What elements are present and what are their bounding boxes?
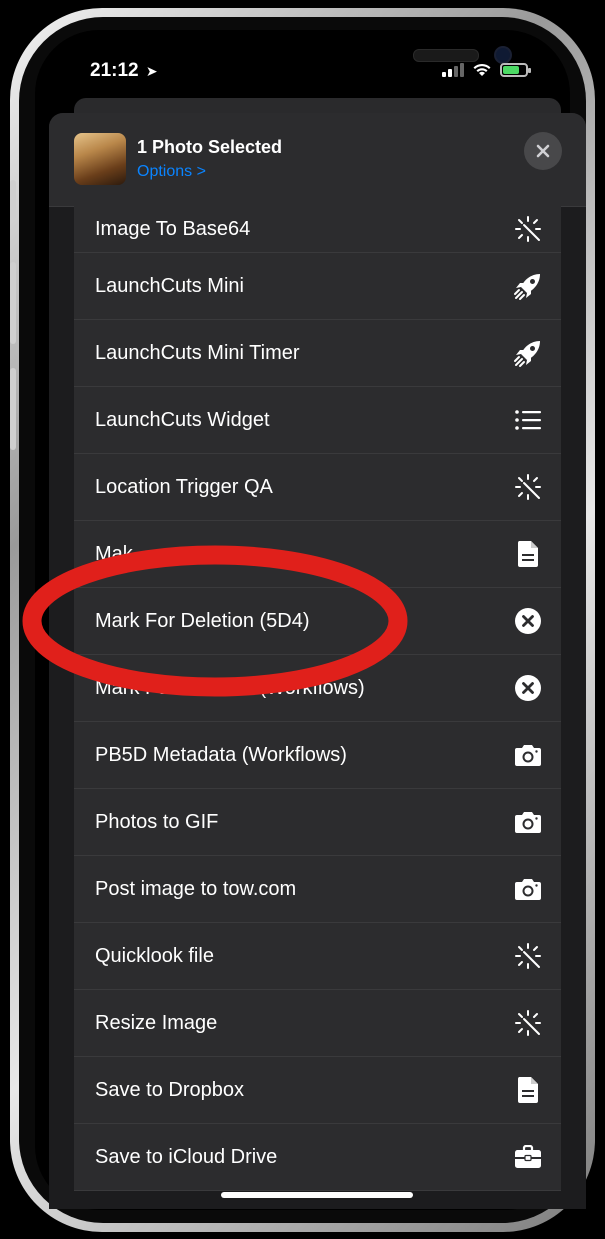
status-time: 21:12 ➤ [90, 60, 158, 82]
action-row[interactable]: Save to Dropbox [74, 1057, 561, 1124]
rocket-icon [513, 271, 543, 301]
action-row[interactable]: Image To Base64 [74, 206, 561, 253]
action-row[interactable]: Photos to GIF [74, 789, 561, 856]
action-label: Image To Base64 [95, 217, 251, 240]
rocket-icon [513, 338, 543, 368]
action-label: Resize Image [95, 1011, 218, 1034]
briefcase-icon [513, 1142, 543, 1172]
action-row[interactable]: Resize Image [74, 990, 561, 1057]
home-indicator[interactable] [221, 1192, 413, 1198]
action-row[interactable]: Location Trigger QA [74, 454, 561, 521]
selection-title: 1 Photo Selected [137, 137, 283, 157]
wand-icon [513, 941, 543, 971]
sheet-header: 1 Photo Selected Options > [49, 113, 586, 207]
action-label: PB5D Metadata (Workflows) [95, 743, 347, 766]
action-row[interactable]: LaunchCuts Widget [74, 387, 561, 454]
camera-icon [513, 874, 543, 904]
time-text: 21:12 [90, 60, 139, 81]
action-row[interactable]: Mark For Deletion (Workflows) [74, 655, 561, 722]
volume-down-button [10, 368, 16, 450]
action-row[interactable]: Mak [74, 521, 561, 588]
action-row[interactable]: PB5D Metadata (Workflows) [74, 722, 561, 789]
action-label: Quicklook file [95, 944, 214, 967]
photo-thumbnail [74, 133, 126, 185]
document-icon [513, 1075, 543, 1105]
action-row[interactable]: Mark For Deletion (5D4) [74, 588, 561, 655]
action-label: Photos to GIF [95, 810, 219, 833]
action-label: LaunchCuts Widget [95, 408, 270, 431]
document-icon [513, 539, 543, 569]
x-circle-icon [513, 606, 543, 636]
action-row[interactable]: Quicklook file [74, 923, 561, 990]
action-label: Mark For Deletion (Workflows) [95, 676, 365, 699]
camera-icon [513, 807, 543, 837]
action-label: Mak [95, 542, 133, 565]
close-icon [536, 144, 550, 158]
mute-switch [10, 180, 16, 220]
action-label: Save to iCloud Drive [95, 1145, 278, 1168]
action-row[interactable]: Save to iCloud Drive [74, 1124, 561, 1191]
list-icon [513, 405, 543, 435]
speaker [413, 49, 479, 62]
action-row[interactable]: LaunchCuts Mini Timer [74, 320, 561, 387]
options-link[interactable]: Options > [137, 163, 206, 181]
action-label: Save to Dropbox [95, 1078, 244, 1101]
actions-list: Image To Base64 LaunchCuts Mini LaunchCu… [74, 206, 561, 1191]
battery-icon [500, 62, 531, 77]
cellular-signal-icon [442, 62, 464, 77]
status-icons [442, 62, 531, 77]
action-row[interactable]: LaunchCuts Mini [74, 253, 561, 320]
action-row[interactable]: Post image to tow.com [74, 856, 561, 923]
camera-icon [513, 740, 543, 770]
action-label: LaunchCuts Mini Timer [95, 341, 300, 364]
wand-icon [513, 214, 543, 244]
action-label: Location Trigger QA [95, 475, 273, 498]
wand-icon [513, 1008, 543, 1038]
volume-up-button [10, 262, 16, 344]
notch [161, 30, 512, 72]
action-label: Mark For Deletion (5D4) [95, 609, 310, 632]
wand-icon [513, 472, 543, 502]
wifi-icon [473, 63, 491, 76]
action-label: Post image to tow.com [95, 877, 297, 900]
share-sheet: 1 Photo Selected Options > Image To Base… [49, 113, 586, 1209]
location-arrow-icon: ➤ [145, 63, 158, 79]
action-label: LaunchCuts Mini [95, 274, 244, 297]
close-button[interactable] [524, 132, 562, 170]
x-circle-icon [513, 673, 543, 703]
